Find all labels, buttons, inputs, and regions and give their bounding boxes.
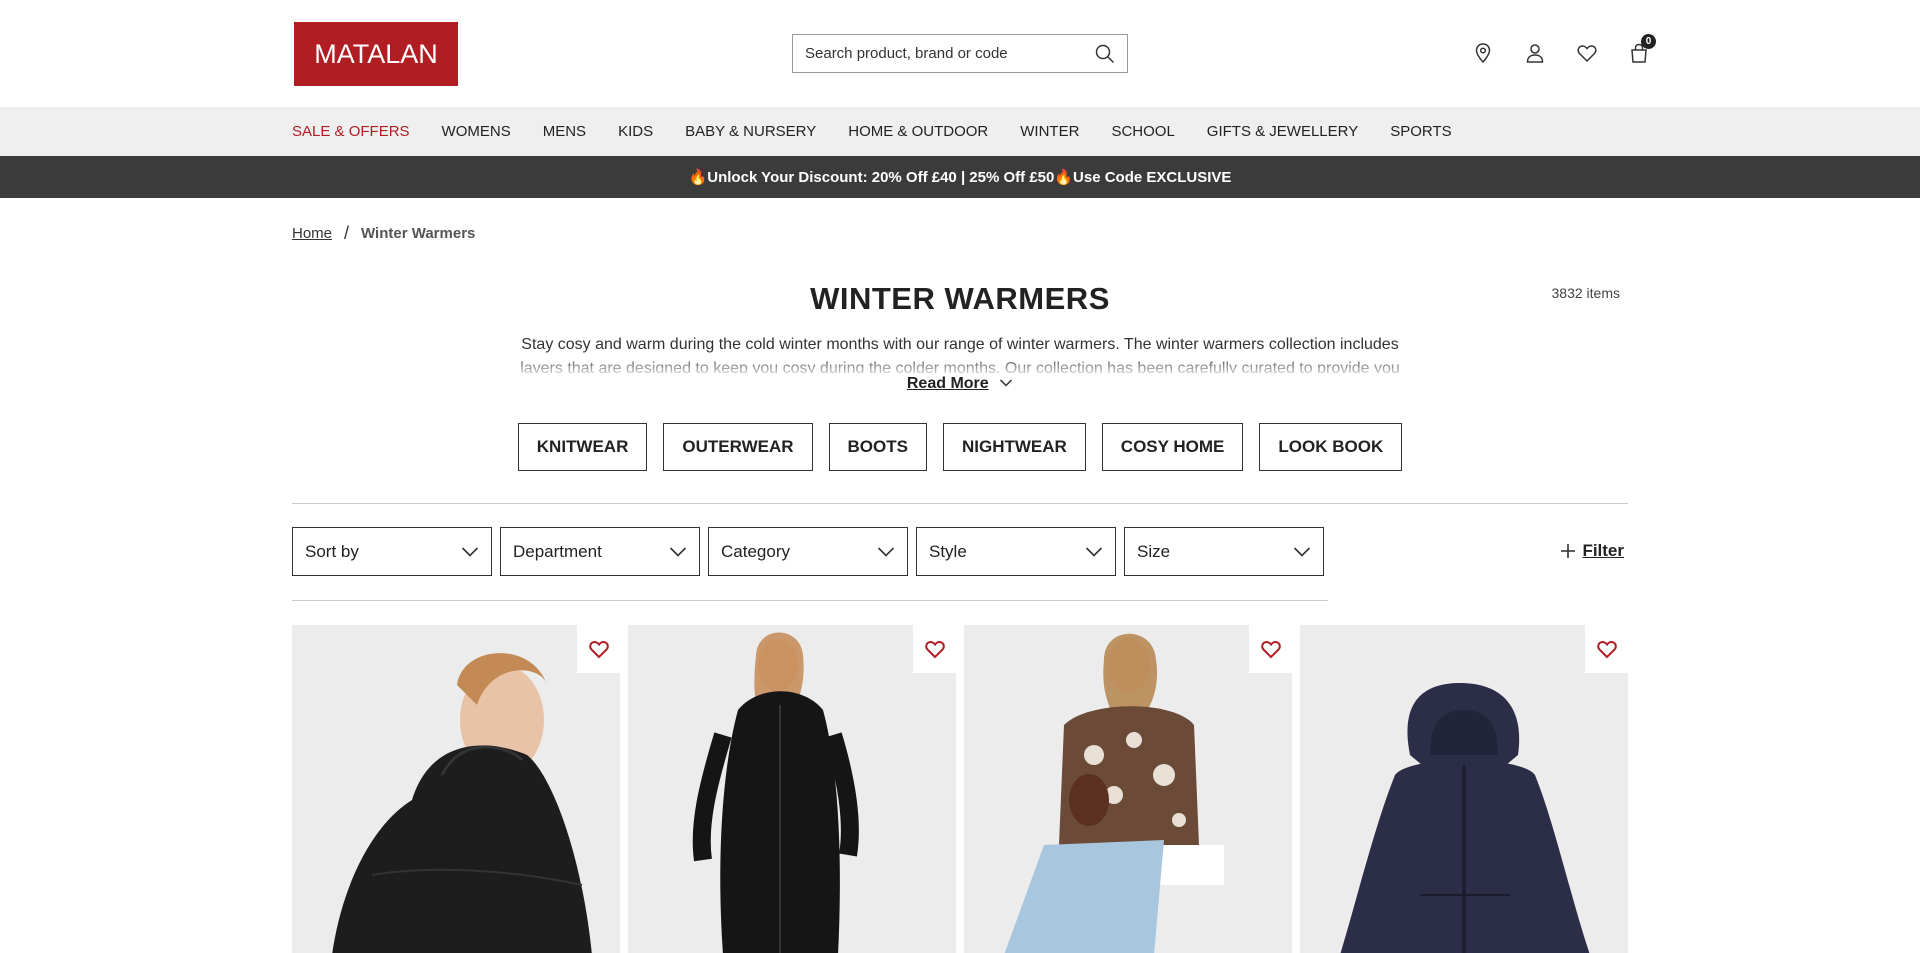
nav-item-school[interactable]: SCHOOL [1111,123,1174,140]
style-select[interactable]: Style [916,527,1116,576]
add-to-wishlist-button[interactable] [577,625,620,673]
basket-icon[interactable]: 0 [1628,34,1656,64]
category-select[interactable]: Category [708,527,908,576]
category-links: KNITWEAR OUTERWEAR BOOTS NIGHTWEAR COSY … [0,423,1920,471]
chevron-down-icon [461,546,479,557]
breadcrumb: Home / Winter Warmers [0,198,1920,269]
add-to-wishlist-button[interactable] [1249,625,1292,673]
product-card[interactable] [964,625,1292,953]
category-header: WINTER WARMERS 3832 items Stay cosy and … [0,269,1920,392]
filter-divider [292,600,1328,601]
search-input[interactable] [805,45,1095,62]
category-boots-button[interactable]: BOOTS [828,423,927,471]
breadcrumb-home-link[interactable]: Home [292,225,332,242]
nav-item-mens[interactable]: MENS [543,123,586,140]
nav-item-womens[interactable]: WOMENS [442,123,511,140]
category-knitwear-button[interactable]: KNITWEAR [517,423,648,471]
category-nightwear-button[interactable]: NIGHTWEAR [942,423,1086,471]
category-cosy-home-button[interactable]: COSY HOME [1101,423,1244,471]
category-outerwear-button[interactable]: OUTERWEAR [663,423,813,471]
style-label: Style [929,541,967,561]
account-icon[interactable] [1524,42,1546,64]
logo-text: MATALAN [314,38,438,69]
heart-icon [1596,641,1617,659]
breadcrumb-current: Winter Warmers [361,225,476,242]
product-card[interactable] [1300,625,1628,953]
nav-item-kids[interactable]: KIDS [618,123,653,140]
heart-icon [588,641,609,659]
chevron-down-icon [1000,379,1013,387]
add-to-wishlist-button[interactable] [1585,625,1628,673]
sort-by-select[interactable]: Sort by [292,527,492,576]
breadcrumb-separator: / [344,223,350,243]
department-select[interactable]: Department [500,527,700,576]
search-icon[interactable] [1095,44,1115,64]
read-more-button[interactable]: Read More [0,375,1920,393]
sort-by-label: Sort by [305,541,359,561]
nav-item-winter[interactable]: WINTER [1020,123,1079,140]
page-title: WINTER WARMERS [810,281,1110,316]
site-header: MATALAN 0 [0,0,1920,107]
nav-item-sale-offers[interactable]: SALE & OFFERS [292,123,410,140]
search-bar [792,34,1128,73]
category-description: Stay cosy and warm during the cold winte… [520,336,1400,373]
wishlist-icon[interactable] [1576,42,1598,64]
product-image[interactable] [1300,625,1628,953]
size-select[interactable]: Size [1124,527,1324,576]
nav-item-gifts-jewellery[interactable]: GIFTS & JEWELLERY [1207,123,1358,140]
product-card[interactable] [628,625,956,953]
chevron-down-icon [669,546,687,557]
plus-icon [1561,544,1576,558]
main-navigation: SALE & OFFERS WOMENS MENS KIDS BABY & NU… [0,107,1920,156]
nav-item-sports[interactable]: SPORTS [1390,123,1451,140]
filter-button[interactable]: Filter [1560,541,1624,561]
chevron-down-icon [877,546,895,557]
filter-bar: Sort by Department Category Style Size F… [292,527,1628,576]
size-label: Size [1137,541,1171,561]
nav-item-home-outdoor[interactable]: HOME & OUTDOOR [848,123,988,140]
basket-count-badge: 0 [1641,34,1656,49]
product-grid [292,625,1920,953]
store-locator-icon[interactable] [1472,42,1494,64]
heart-icon [924,641,945,659]
product-image[interactable] [628,625,956,953]
promo-text: 🔥Unlock Your Discount: 20% Off £40 | 25%… [688,169,1232,186]
heart-icon [1260,641,1281,659]
category-look-book-button[interactable]: LOOK BOOK [1259,423,1403,471]
category-label: Category [721,541,790,561]
product-image[interactable] [292,625,620,953]
product-image[interactable] [964,625,1292,953]
read-more-label: Read More [906,375,989,392]
item-count: 3832 items [1551,285,1620,301]
header-icons: 0 [1472,34,1656,64]
chevron-down-icon [1085,546,1103,557]
matalan-logo[interactable]: MATALAN [294,22,458,86]
filter-label: Filter [1582,541,1624,560]
chevron-down-icon [1293,546,1311,557]
nav-item-baby-nursery[interactable]: BABY & NURSERY [685,123,816,140]
promo-banner[interactable]: 🔥Unlock Your Discount: 20% Off £40 | 25%… [0,156,1920,198]
product-card[interactable] [292,625,620,953]
section-divider [292,503,1628,504]
department-label: Department [513,541,602,561]
add-to-wishlist-button[interactable] [913,625,956,673]
